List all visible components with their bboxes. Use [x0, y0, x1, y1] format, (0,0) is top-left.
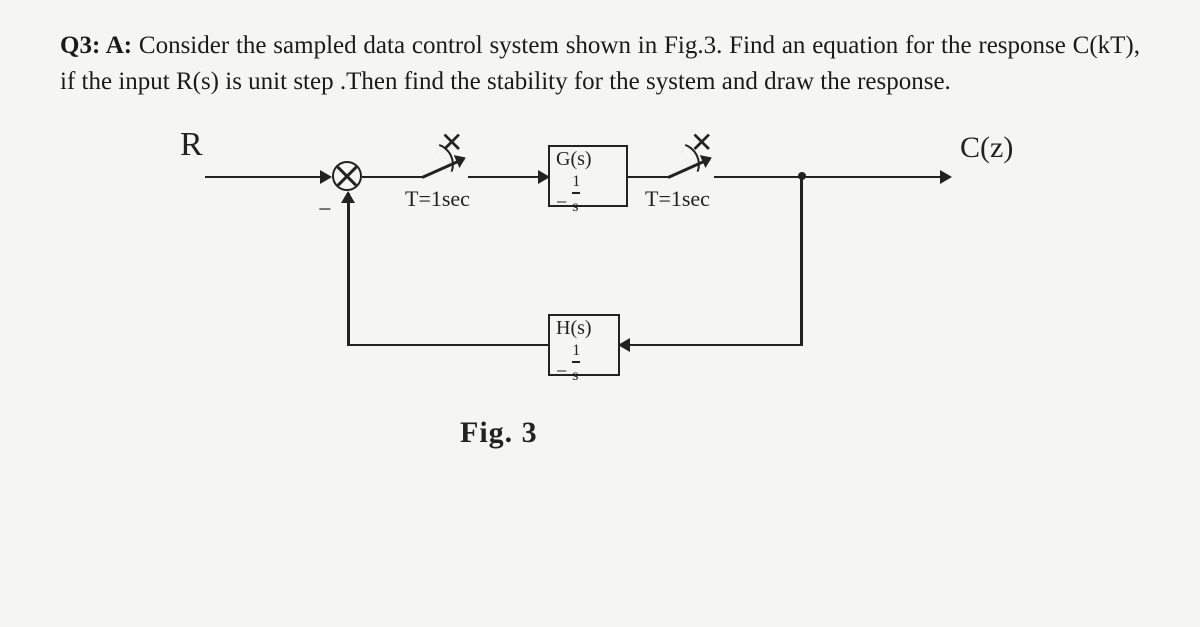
summing-junction	[332, 161, 362, 191]
question-body: Consider the sampled data control system…	[60, 32, 1140, 95]
sampler-2-x: ✕	[690, 126, 713, 160]
sum-minus-sign: −	[318, 197, 332, 224]
input-label: R	[180, 126, 203, 164]
block-diagram: R − ✕ T=1sec G(s) = 1s ✕ T=1sec C(z) H(s…	[150, 131, 1050, 491]
g-block-expr: = 1s	[556, 170, 620, 216]
h-block-expr: = 1s	[556, 339, 612, 385]
sampler-1-label: T=1sec	[405, 186, 470, 212]
h-block-name: H(s)	[556, 318, 612, 339]
h-block: H(s) = 1s	[548, 314, 620, 376]
question-text: Q3: A: Consider the sampled data control…	[60, 28, 1140, 101]
question-label: Q3: A:	[60, 32, 132, 59]
sampler-2-label: T=1sec	[645, 186, 710, 212]
g-block: G(s) = 1s	[548, 145, 628, 207]
output-label: C(z)	[960, 131, 1013, 165]
g-block-name: G(s)	[556, 149, 620, 170]
figure-caption: Fig. 3	[460, 416, 538, 450]
sampler-1-x: ✕	[440, 126, 463, 160]
